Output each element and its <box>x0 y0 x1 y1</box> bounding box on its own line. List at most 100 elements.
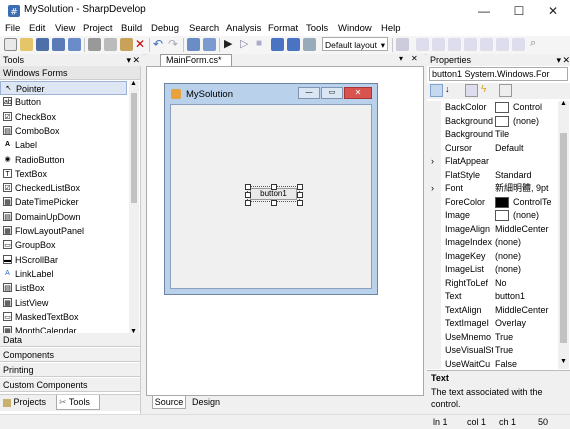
property-row[interactable]: ForeColor ControlTe <box>427 196 555 210</box>
close-icon[interactable]: ✕ <box>562 54 570 66</box>
property-value[interactable]: MiddleCenter <box>495 223 557 237</box>
property-row[interactable]: UseWaitCu False <box>427 358 555 370</box>
tools-category-data[interactable]: Data <box>0 333 140 347</box>
property-row[interactable]: Image (none) <box>427 209 555 223</box>
form-window[interactable]: MySolution — ▭ ✕ button1 <box>164 83 378 295</box>
menu-format[interactable]: Format <box>268 23 298 34</box>
property-value[interactable]: True <box>495 331 557 345</box>
tools-category-custom-components[interactable]: Custom Components <box>0 378 140 392</box>
resize-handle[interactable] <box>245 192 251 198</box>
tools-category-components[interactable]: Components <box>0 348 140 362</box>
open-folder-icon[interactable] <box>20 38 33 51</box>
property-row[interactable]: › FlatAppear <box>427 155 555 169</box>
property-row[interactable]: Cursor Default <box>427 142 555 156</box>
run-icon[interactable]: ▶ <box>224 37 232 50</box>
tool-list-scrollbar[interactable]: ▲ ▼ <box>129 80 139 339</box>
resize-handle[interactable] <box>271 200 277 206</box>
tools-category-windows-forms[interactable]: Windows Forms <box>0 66 140 80</box>
paste-icon[interactable] <box>120 38 133 51</box>
property-row[interactable]: ImageKey (none) <box>427 250 555 264</box>
cut-icon[interactable] <box>88 38 101 51</box>
run-without-debugger-icon[interactable]: ▷ <box>240 37 248 50</box>
object-selector[interactable]: button1 System.Windows.For <box>429 67 568 81</box>
tool-item-checkedlistbox[interactable]: ☑ CheckedListBox <box>0 181 127 195</box>
close-icon[interactable]: ✕ <box>132 54 140 66</box>
tab-mainform[interactable]: MainForm.cs* <box>160 54 232 66</box>
property-row[interactable]: TextAlign MiddleCenter <box>427 304 555 318</box>
property-grid-scrollbar[interactable]: ▲ ▼ <box>558 100 569 369</box>
property-row[interactable]: Background (none) <box>427 115 555 129</box>
tool-item-linklabel[interactable]: A LinkLabel <box>0 267 127 281</box>
scrollbar-thumb[interactable] <box>560 133 567 343</box>
save-icon[interactable] <box>36 38 49 51</box>
menu-help[interactable]: Help <box>381 23 401 34</box>
property-row[interactable]: TextImageI Overlay <box>427 317 555 331</box>
property-row[interactable]: UseVisualSt True <box>427 344 555 358</box>
events-lightning-icon[interactable]: ϟ <box>481 84 494 97</box>
property-value[interactable]: 新細明體, 9pt <box>495 182 557 196</box>
resize-handle[interactable] <box>297 200 303 206</box>
resize-handle[interactable] <box>297 192 303 198</box>
property-row[interactable]: Background Tile <box>427 128 555 142</box>
property-row[interactable]: BackColor Control <box>427 101 555 115</box>
tool-item-listview[interactable]: ▦ ListView <box>0 296 127 310</box>
property-value[interactable]: False <box>495 358 557 370</box>
property-value[interactable]: (none) <box>495 250 557 264</box>
tool-item-label[interactable]: A Label <box>0 138 127 152</box>
close-icon[interactable]: ✕ <box>411 54 418 63</box>
redo-icon[interactable]: ↷ <box>168 37 178 51</box>
outdent-icon[interactable] <box>464 38 477 51</box>
close-button[interactable]: ✕ <box>536 0 570 22</box>
next-bookmark-icon[interactable] <box>512 38 525 51</box>
property-value[interactable]: (none) <box>495 209 557 223</box>
tool-item-groupbox[interactable]: ▭ GroupBox <box>0 238 127 252</box>
print-icon[interactable] <box>68 38 81 51</box>
form-client-area[interactable]: button1 <box>170 104 372 289</box>
property-value[interactable]: Control <box>495 101 557 115</box>
format-icon[interactable] <box>480 38 493 51</box>
comment-icon[interactable] <box>416 38 429 51</box>
property-row[interactable]: FlatStyle Standard <box>427 169 555 183</box>
property-value[interactable]: Standard <box>495 169 557 183</box>
find-icon[interactable] <box>187 38 200 51</box>
properties-view-icon[interactable] <box>465 84 478 97</box>
resize-handle[interactable] <box>297 184 303 190</box>
prev-bookmark-icon[interactable] <box>496 38 509 51</box>
menu-analysis[interactable]: Analysis <box>226 23 261 34</box>
scroll-down-icon[interactable]: ▼ <box>560 358 567 365</box>
scrollbar-thumb[interactable] <box>131 93 137 203</box>
property-row[interactable]: ImageIndex (none) <box>427 236 555 250</box>
stop-icon[interactable]: ■ <box>256 38 262 49</box>
expand-chevron-icon[interactable]: › <box>431 182 434 196</box>
property-row[interactable]: › Font 新細明體, 9pt <box>427 182 555 196</box>
menu-tools[interactable]: Tools <box>306 23 328 34</box>
tab-list-dropdown-icon[interactable]: ▾ <box>399 54 403 63</box>
tab-design[interactable]: Design <box>187 396 225 409</box>
scroll-up-icon[interactable]: ▲ <box>130 80 137 87</box>
copy-icon[interactable] <box>104 38 117 51</box>
tool-item-combobox[interactable]: ▤ ComboBox <box>0 124 127 138</box>
property-value[interactable]: ControlTe <box>495 196 557 210</box>
property-value[interactable]: Overlay <box>495 317 557 331</box>
property-row[interactable]: Text button1 <box>427 290 555 304</box>
property-row[interactable]: RightToLef No <box>427 277 555 291</box>
menu-debug[interactable]: Debug <box>151 23 179 34</box>
tools-category-printing[interactable]: Printing <box>0 363 140 377</box>
menu-project[interactable]: Project <box>83 23 113 34</box>
minimize-button[interactable]: — <box>467 0 501 22</box>
property-value[interactable]: (none) <box>495 263 557 277</box>
property-value[interactable]: True <box>495 344 557 358</box>
tool-item-textbox[interactable]: T TextBox <box>0 167 127 181</box>
menu-file[interactable]: File <box>5 23 20 34</box>
property-value[interactable]: Default <box>495 142 557 156</box>
resize-handle[interactable] <box>245 200 251 206</box>
tab-tools[interactable]: ✂ Tools <box>56 395 100 410</box>
step-over-icon[interactable] <box>271 38 284 51</box>
undo-icon[interactable]: ↶ <box>153 37 163 51</box>
new-file-icon[interactable] <box>4 38 17 51</box>
tool-item-button[interactable]: ab Button <box>0 95 127 109</box>
property-value[interactable]: MiddleCenter <box>495 304 557 318</box>
step-into-icon[interactable] <box>287 38 300 51</box>
tool-item-datetimepicker[interactable]: ▦ DateTimePicker <box>0 195 127 209</box>
tool-item-domainupdown[interactable]: ▤ DomainUpDown <box>0 210 127 224</box>
